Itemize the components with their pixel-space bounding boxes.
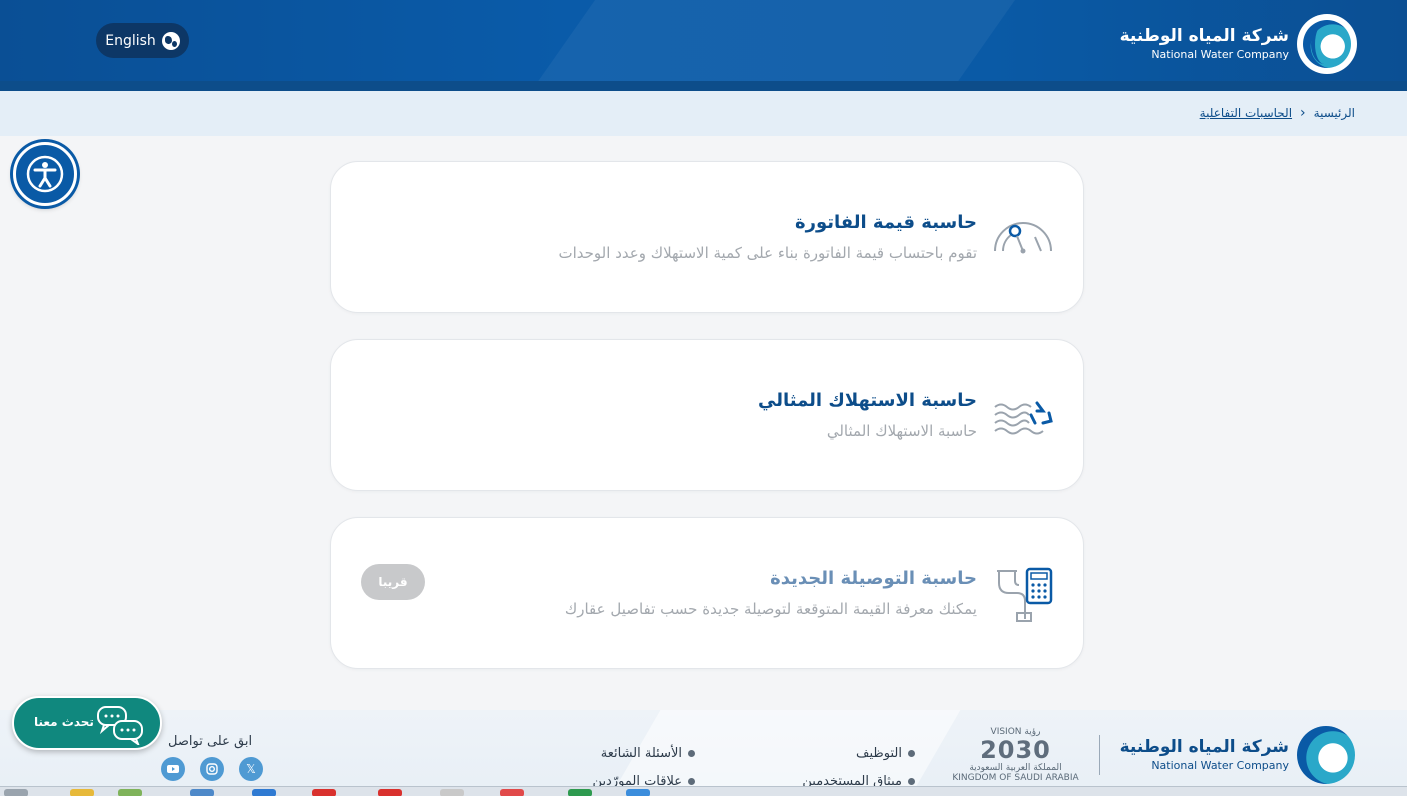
card-title: حاسبة قيمة الفاتورة [794,212,977,233]
card-title: حاسبة التوصيلة الجديدة [770,568,977,589]
youtube-icon[interactable] [161,757,185,781]
coming-soon-badge: قريبا [361,564,425,600]
site-footer: VISION رؤية 2030 المملكة العربية السعودي… [0,710,1407,796]
nwc-logo-icon [1297,726,1355,784]
chat-button[interactable]: تحدث معنا [12,696,162,750]
instagram-icon[interactable] [200,757,224,781]
taskbar-app-icon[interactable] [252,789,276,796]
os-taskbar [0,786,1407,796]
card-title: حاسبة الاستهلاك المثالي [758,390,977,411]
taskbar-app-icon[interactable] [626,789,650,796]
bill-calculator-card[interactable]: حاسبة قيمة الفاتورة تقوم باحتساب قيمة ال… [330,161,1084,313]
water-recycle-icon [994,401,1053,435]
pipe-calculator-icon [997,567,1053,622]
taskbar-app-icon[interactable] [118,789,142,796]
accessibility-icon [26,155,64,193]
accessibility-button[interactable] [13,142,77,206]
header-logo[interactable]: شركة المياه الوطنية National Water Compa… [1120,14,1357,74]
taskbar-app-icon[interactable] [378,789,402,796]
chat-bubbles-icon [97,706,143,745]
nwc-logo-icon [1297,14,1357,74]
language-switch-button[interactable]: English [96,23,189,58]
vision-2030-logo: VISION رؤية 2030 المملكة العربية السعودي… [952,727,1079,783]
taskbar-app-icon[interactable] [440,789,464,796]
taskbar-app-icon[interactable] [190,789,214,796]
bullet-icon [908,778,915,785]
brand-name-en: National Water Company [1151,48,1289,61]
brand-name-ar: شركة المياه الوطنية [1119,26,1289,46]
x-icon[interactable]: 𝕏 [239,757,263,781]
start-icon[interactable] [4,789,28,796]
language-label: English [105,32,156,49]
gauge-icon [994,222,1052,254]
site-header: English شركة المياه الوطنية National Wat… [0,0,1407,91]
breadcrumb-bar: الرئيسية ‹ الحاسبات التفاعلية [0,91,1407,136]
card-description: تقوم باحتساب قيمة الفاتورة بناء على كمية… [558,244,978,262]
breadcrumb-home[interactable]: الرئيسية [1314,106,1355,120]
chat-label: تحدث معنا [34,715,94,729]
stay-connected-label: ابق على تواصل [168,734,253,749]
footer-logo: VISION رؤية 2030 المملكة العربية السعودي… [952,726,1355,784]
taskbar-app-icon[interactable] [312,789,336,796]
chevron-left-icon: ‹ [1300,105,1306,121]
footer-link-faq[interactable]: الأسئلة الشائعة [601,746,695,761]
bullet-icon [688,778,695,785]
breadcrumb: الرئيسية ‹ الحاسبات التفاعلية [1200,105,1355,121]
taskbar-app-icon[interactable] [500,789,524,796]
taskbar-app-icon[interactable] [568,789,592,796]
card-description: حاسبة الاستهلاك المثالي [826,422,977,440]
bullet-icon [688,750,695,757]
footer-link-careers[interactable]: التوظيف [856,746,915,761]
card-description: يمكنك معرفة القيمة المتوقعة لتوصيلة جديد… [564,600,977,618]
footer-brand-ar: شركة المياه الوطنية [1119,737,1289,757]
divider [1098,735,1100,775]
taskbar-app-icon[interactable] [70,789,94,796]
new-connection-card: قريبا حاسبة التوصيلة الجديدة يمكنك معرفة… [330,517,1084,669]
footer-brand-en: National Water Company [1151,759,1289,772]
bullet-icon [908,750,915,757]
globe-icon [161,31,180,50]
breadcrumb-current[interactable]: الحاسبات التفاعلية [1200,106,1292,120]
ideal-consumption-card[interactable]: حاسبة الاستهلاك المثالي حاسبة الاستهلاك … [330,339,1084,491]
